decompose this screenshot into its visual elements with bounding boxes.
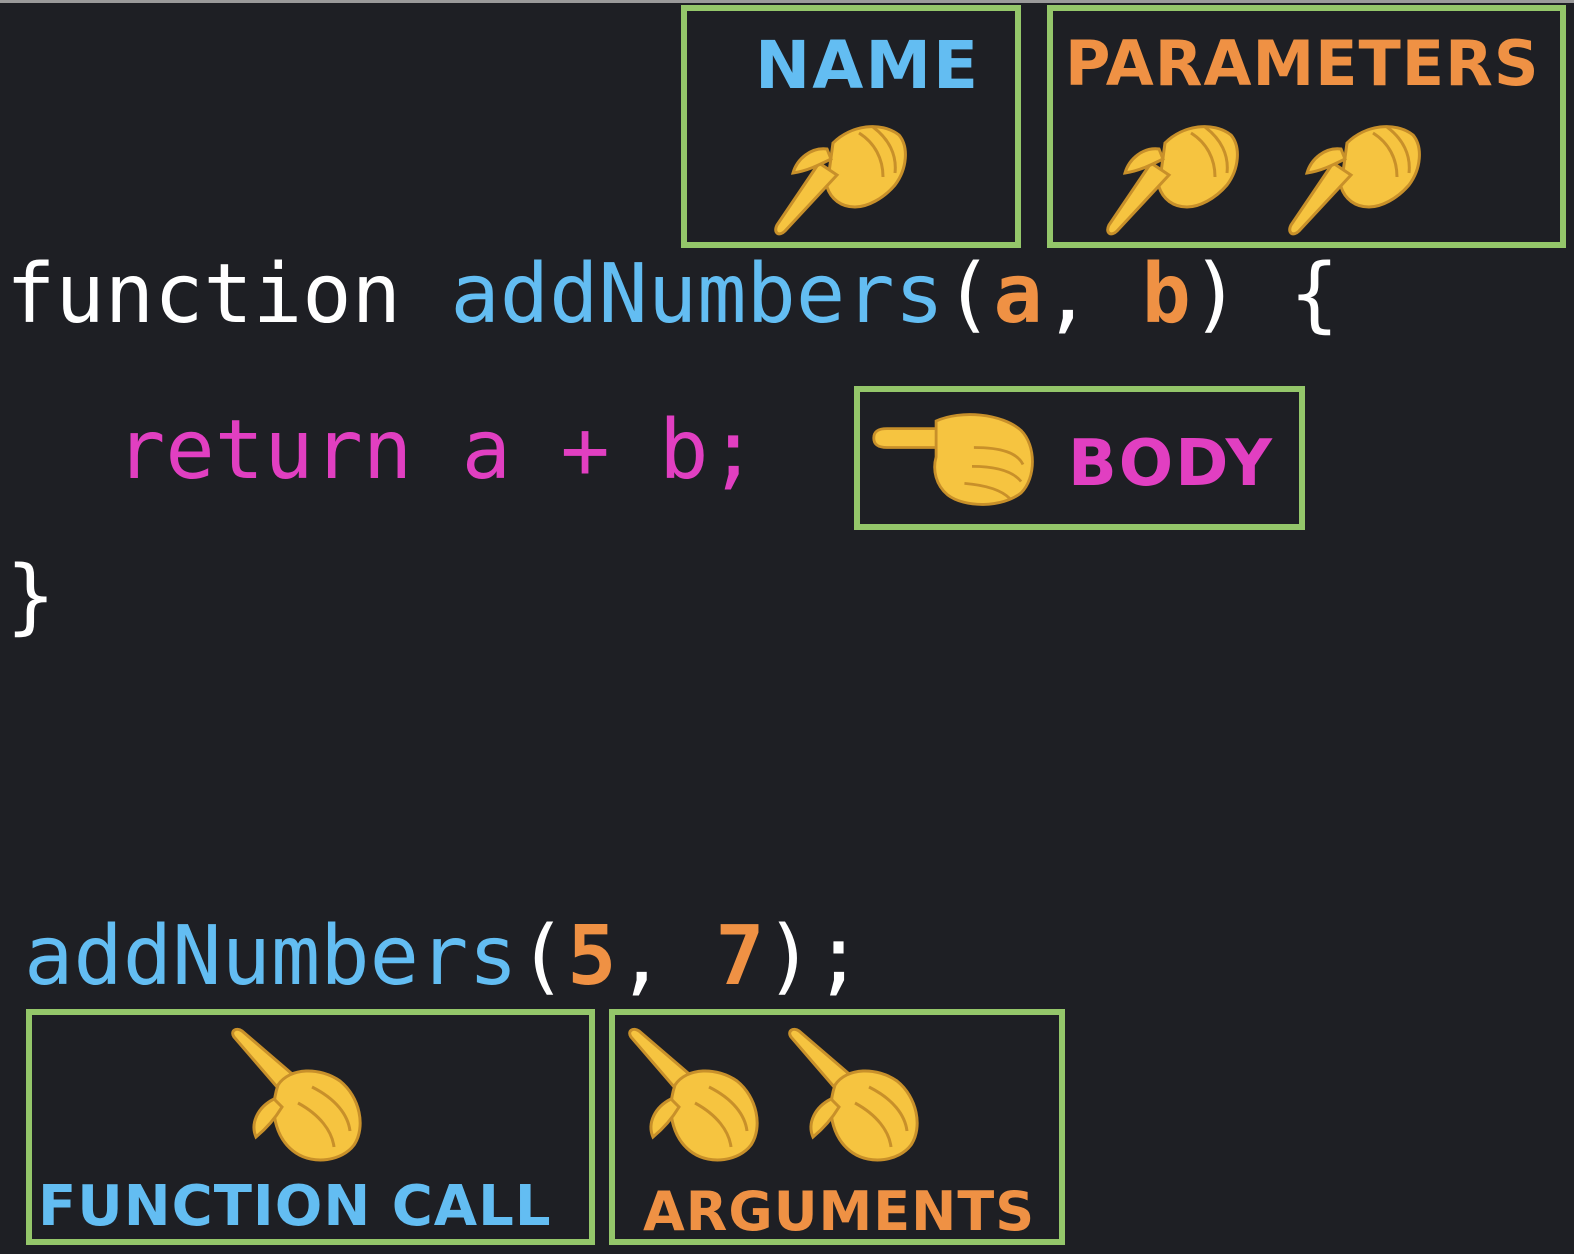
pointing-hand-icon xyxy=(625,1027,765,1167)
body-label: BODY xyxy=(1068,427,1274,501)
arguments-label-box: ARGUMENTS xyxy=(609,1009,1065,1245)
function-call-label: FUNCTION CALL xyxy=(38,1174,552,1239)
call-open-paren: ( xyxy=(517,909,568,1004)
function-declaration-line: function addNumbers(a, b) { xyxy=(6,254,1339,336)
parameter-a: a xyxy=(993,247,1043,342)
pointing-hand-icon xyxy=(771,103,911,243)
open-paren: ( xyxy=(944,247,994,342)
function-call-line: addNumbers(5, 7); xyxy=(24,916,863,998)
pointing-hand-icon xyxy=(1285,103,1425,243)
function-call-label-box: FUNCTION CALL xyxy=(26,1009,595,1245)
parameter-b: b xyxy=(1141,247,1191,342)
name-label: NAME xyxy=(755,27,981,104)
body-operand-b: b; xyxy=(659,403,758,498)
pointing-hand-icon xyxy=(785,1027,925,1167)
argument-7: 7 xyxy=(715,909,765,1004)
param-comma: , xyxy=(1042,247,1093,342)
pointing-hand-icon xyxy=(870,404,1040,508)
body-operand-a: a xyxy=(461,403,511,498)
function-anatomy-diagram: function addNumbers(a, b) { return a + b… xyxy=(0,0,1574,1254)
parameters-label-box: PARAMETERS xyxy=(1047,5,1566,248)
plus-operator: + xyxy=(560,403,610,498)
argument-comma: , xyxy=(616,909,666,1004)
call-function-name: addNumbers xyxy=(24,909,518,1004)
close-brace: } xyxy=(6,549,56,644)
call-close: ); xyxy=(764,909,864,1004)
function-body-line: return a + b; xyxy=(116,410,758,492)
return-keyword: return xyxy=(116,403,413,498)
name-label-box: NAME xyxy=(681,5,1021,248)
function-keyword: function xyxy=(6,247,401,342)
argument-5: 5 xyxy=(567,909,617,1004)
function-name: addNumbers xyxy=(450,247,945,342)
pointing-hand-icon xyxy=(228,1027,368,1167)
arguments-label: ARGUMENTS xyxy=(643,1180,1036,1243)
pointing-hand-icon xyxy=(1103,103,1243,243)
parameters-label: PARAMETERS xyxy=(1065,27,1540,100)
body-label-box: BODY xyxy=(854,386,1305,530)
top-border xyxy=(0,0,1574,3)
open-brace: { xyxy=(1289,247,1340,342)
close-paren: ) xyxy=(1190,247,1241,342)
